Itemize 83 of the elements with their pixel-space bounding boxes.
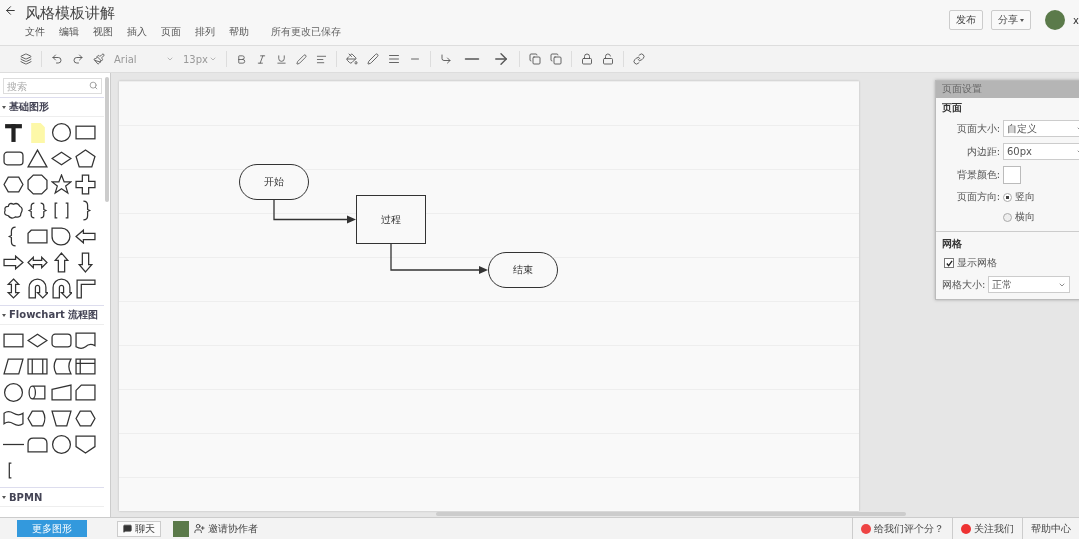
- circle-icon[interactable]: [2, 381, 24, 403]
- off-page-connector-icon[interactable]: [74, 433, 96, 455]
- grid-size-select[interactable]: 正常: [988, 276, 1070, 293]
- padding-select[interactable]: 60px: [1003, 143, 1079, 160]
- circle-icon[interactable]: [50, 121, 72, 143]
- user-avatar[interactable]: [1045, 10, 1066, 30]
- chat-button[interactable]: 聊天: [117, 520, 161, 537]
- redo-icon[interactable]: [72, 53, 84, 65]
- terminal-node[interactable]: 结束: [488, 252, 558, 288]
- menu-item[interactable]: 排列: [195, 25, 215, 39]
- back-icon[interactable]: [4, 4, 17, 17]
- line-end-icon[interactable]: [492, 50, 510, 68]
- pentagon-icon[interactable]: [74, 147, 96, 169]
- menu-item[interactable]: 页面: [161, 25, 181, 39]
- publish-button[interactable]: 发布: [949, 10, 984, 30]
- field-label: 页面大小:: [955, 121, 1000, 136]
- manual-input-icon[interactable]: [50, 381, 72, 403]
- line-color-icon[interactable]: [367, 53, 379, 65]
- caret-icon: [1020, 18, 1025, 22]
- corner-icon[interactable]: [74, 277, 96, 299]
- section-title: 页面: [941, 101, 963, 115]
- radio-button[interactable]: [1003, 212, 1012, 222]
- u-turn-arrow-icon[interactable]: [26, 277, 48, 299]
- star-icon[interactable]: [50, 173, 72, 195]
- bring-front-icon[interactable]: [529, 53, 541, 65]
- menu-item[interactable]: 编辑: [59, 25, 79, 39]
- menu-item[interactable]: 视图: [93, 25, 113, 39]
- triangle-icon[interactable]: [26, 147, 48, 169]
- process-node[interactable]: 过程: [356, 195, 426, 244]
- user-name[interactable]: x: [1073, 14, 1079, 26]
- format-painter-icon[interactable]: [93, 53, 105, 65]
- unlock-icon[interactable]: [602, 53, 614, 65]
- menu-item[interactable]: 插入: [127, 25, 147, 39]
- line-width-icon[interactable]: [388, 53, 400, 65]
- connector-style-icon[interactable]: [440, 53, 452, 65]
- radio-label: 横向: [1015, 210, 1035, 224]
- field-label: 网格大小:: [942, 277, 986, 292]
- send-back-icon[interactable]: [550, 53, 562, 65]
- text-icon[interactable]: [2, 121, 24, 143]
- terminal-node[interactable]: 开始: [239, 164, 309, 200]
- u-turn-arrow-icon[interactable]: [50, 277, 72, 299]
- font-color-icon[interactable]: [296, 53, 307, 65]
- radio-label: 竖向: [1015, 190, 1035, 204]
- user-avatar[interactable]: [173, 520, 189, 537]
- follow-link[interactable]: 关注我们: [952, 518, 1022, 539]
- section-header[interactable]: 基础图形: [0, 97, 104, 117]
- checkbox[interactable]: [944, 258, 954, 268]
- scrollbar[interactable]: [436, 512, 906, 516]
- rate-link[interactable]: 给我们评个分？: [852, 518, 952, 539]
- menu-item[interactable]: 帮助: [229, 25, 249, 39]
- section-header[interactable]: BPMN: [0, 487, 104, 507]
- field-label: 内边距:: [965, 144, 1000, 159]
- cross-icon[interactable]: [74, 173, 96, 195]
- field-label: 背景颜色:: [955, 168, 1000, 182]
- page-size-select[interactable]: 自定义: [1003, 120, 1079, 137]
- help-link[interactable]: 帮助中心: [1022, 518, 1079, 539]
- checkbox-label: 显示网格: [957, 256, 997, 270]
- circle-icon[interactable]: [50, 433, 72, 455]
- add-user-icon: [194, 523, 205, 534]
- color-picker[interactable]: [1003, 166, 1021, 184]
- undo-icon[interactable]: [51, 53, 63, 65]
- italic-icon[interactable]: [256, 53, 267, 65]
- lock-icon[interactable]: [581, 53, 593, 65]
- scrollbar[interactable]: [105, 77, 109, 202]
- share-button[interactable]: 分享: [991, 10, 1032, 30]
- invite-button[interactable]: 邀请协作者: [189, 520, 263, 537]
- chat-icon: [123, 524, 132, 533]
- search-field[interactable]: 搜索: [3, 78, 102, 94]
- bold-icon[interactable]: [236, 53, 247, 65]
- menu-item[interactable]: 文件: [25, 25, 45, 39]
- section-title: 网格: [941, 237, 963, 251]
- shape-style-icon[interactable]: [20, 53, 32, 65]
- underline-icon[interactable]: [276, 53, 287, 65]
- radio-button[interactable]: [1003, 192, 1012, 202]
- octagon-icon[interactable]: [26, 173, 48, 195]
- fill-color-icon[interactable]: [346, 53, 358, 65]
- panel-title: 页面设置: [936, 81, 1079, 98]
- link-icon[interactable]: [633, 53, 645, 65]
- section-header[interactable]: Flowchart 流程图: [0, 305, 104, 325]
- save-status: 所有更改已保存: [271, 25, 341, 39]
- align-icon[interactable]: [316, 53, 327, 65]
- document-title: 风格模板讲解: [25, 4, 116, 23]
- field-label: 页面方向:: [955, 190, 1000, 204]
